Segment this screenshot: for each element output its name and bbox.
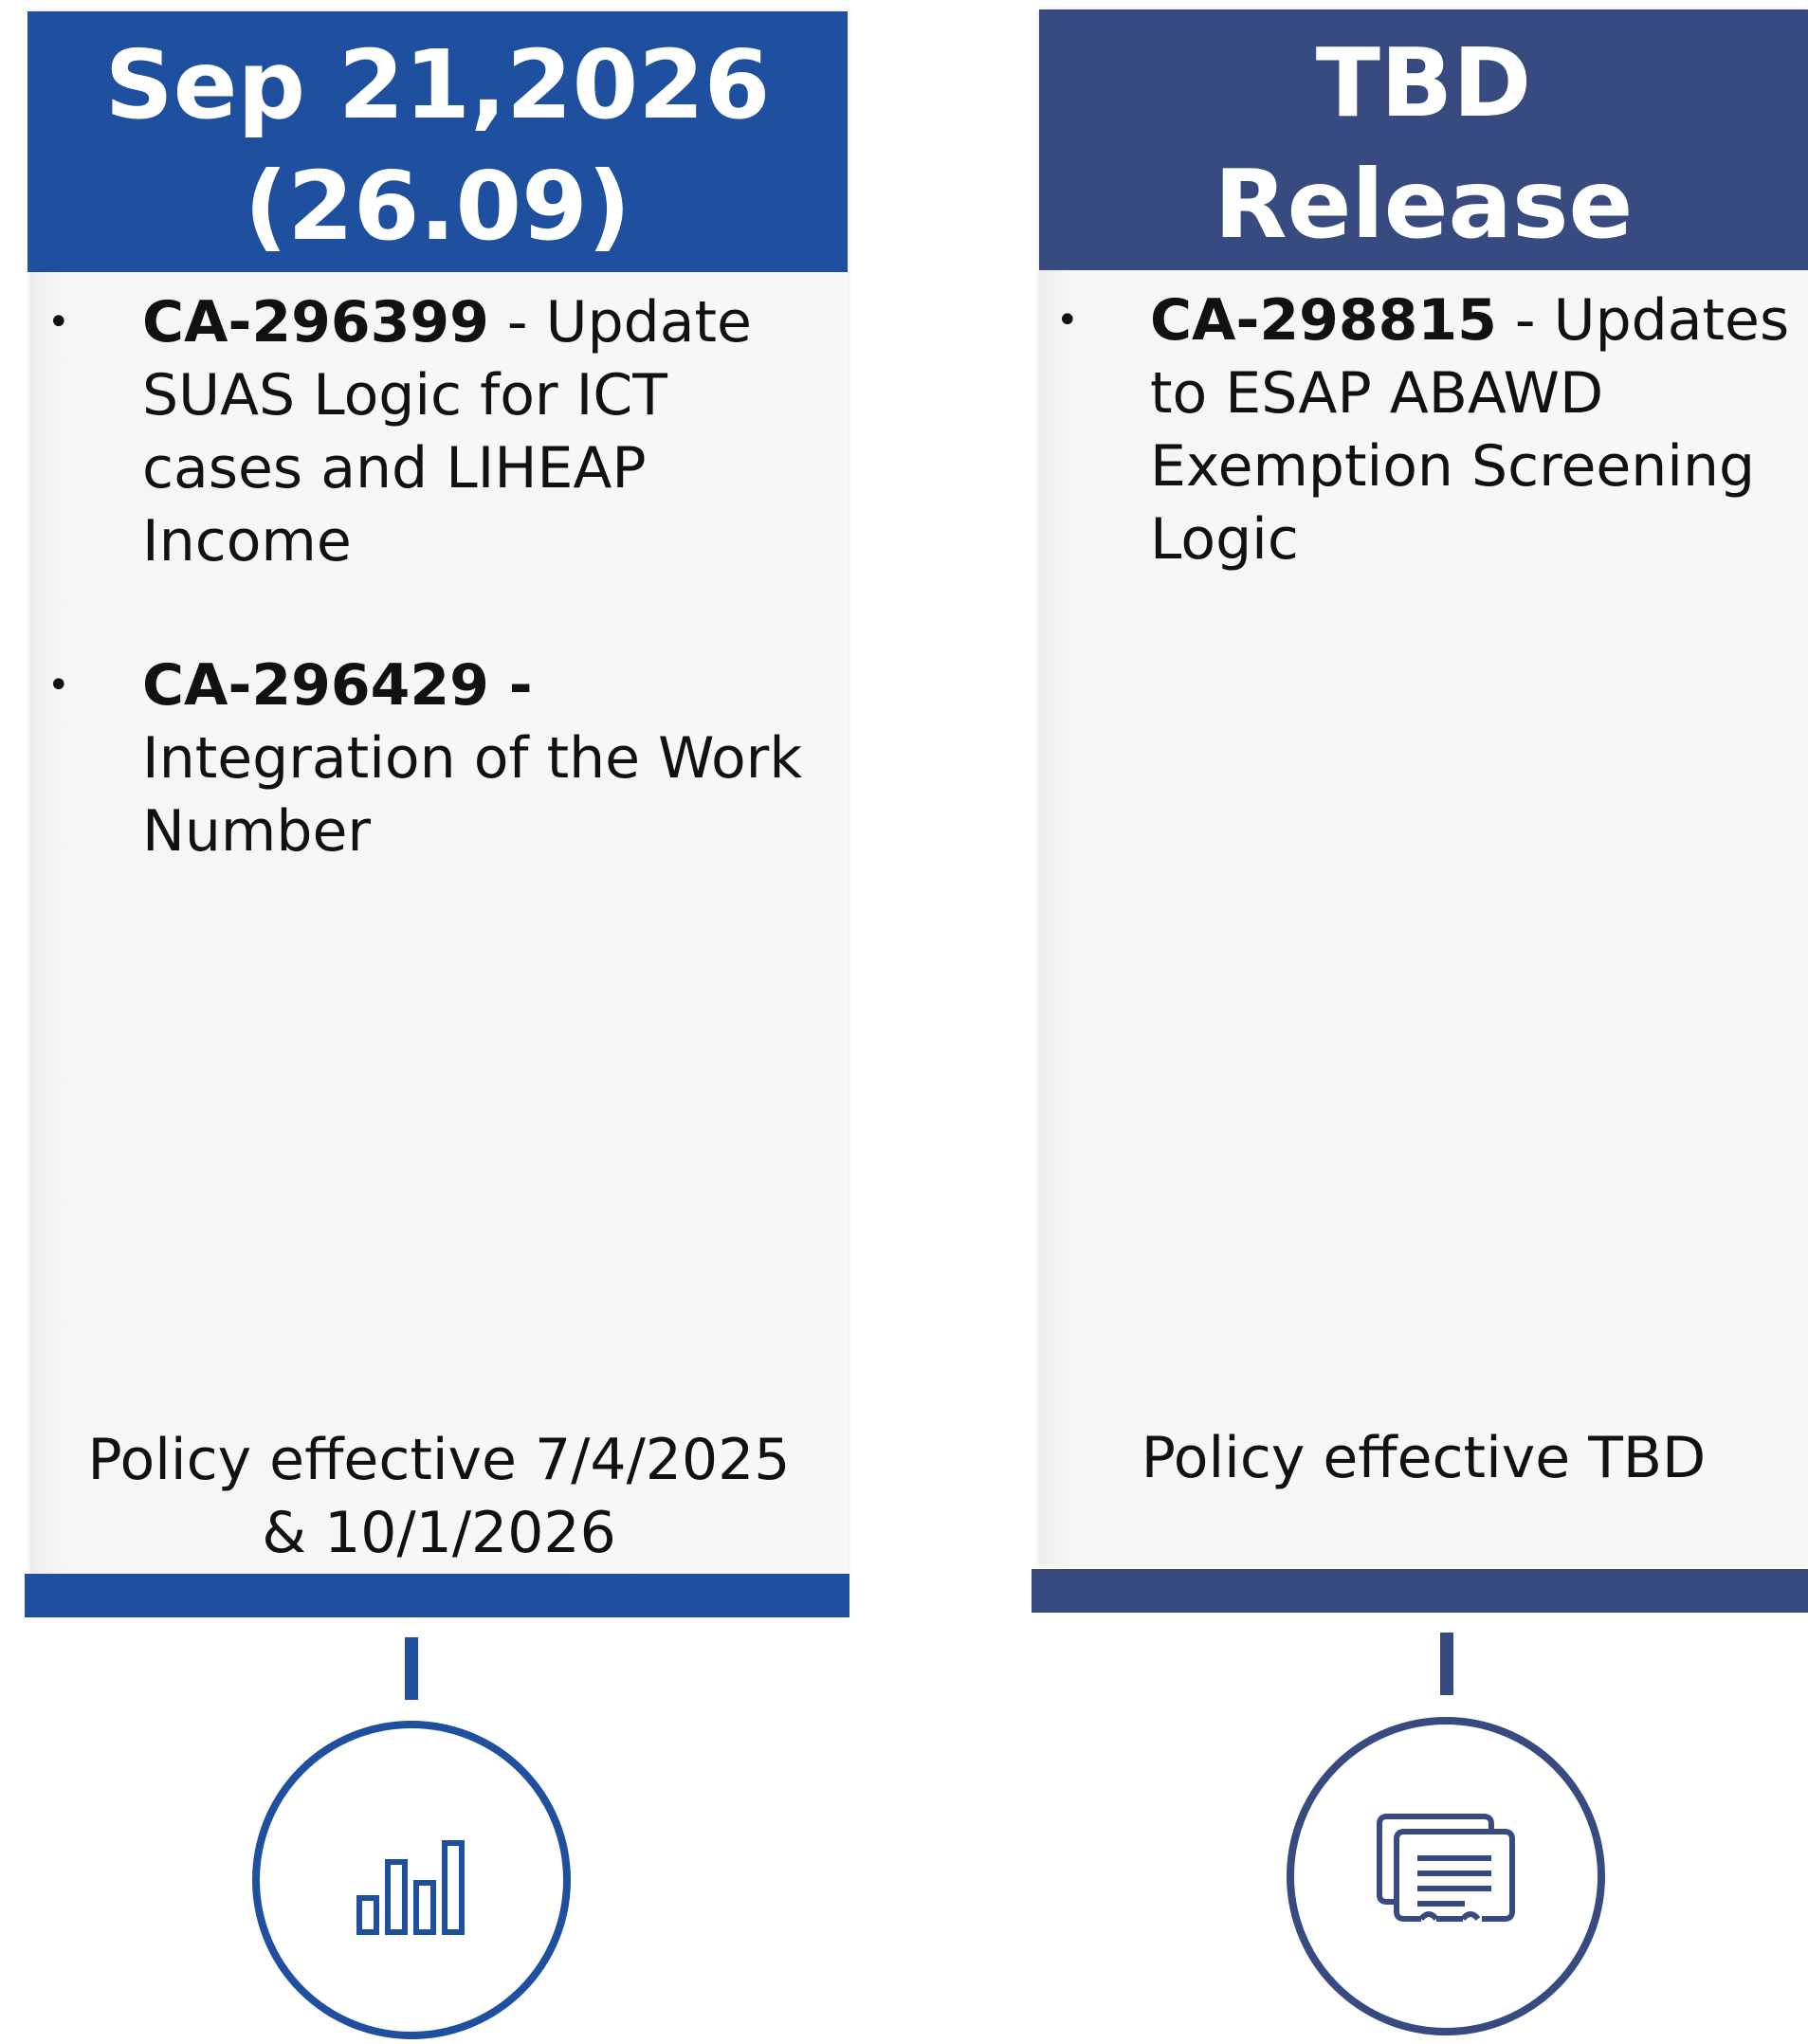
card-footer-bar [1032, 1569, 1808, 1613]
release-header: TBD Release [1039, 9, 1808, 270]
list-item: • CA-298815 - Updates to ESAP ABAWD Exem… [1039, 284, 1808, 576]
timeline-connector [1440, 1633, 1453, 1695]
bullet-icon: • [1056, 299, 1079, 342]
ticket-separator: - [488, 289, 546, 356]
release-items-list: • CA-296399 - Update SUAS Logic for ICT … [30, 286, 848, 940]
release-card-tbd: TBD Release • CA-298815 - Updates to ESA… [1039, 9, 1808, 1564]
release-card-sep-2026: Sep 21,2026 (26.09) • CA-296399 - Update… [27, 11, 848, 1574]
release-version: (26.09) [244, 151, 631, 262]
release-date: Sep 21,2026 [104, 29, 771, 140]
timeline-node [1287, 1717, 1605, 2035]
ticket-id: CA-296399 [142, 289, 489, 356]
release-version: Release [1214, 149, 1634, 260]
list-item: • CA-296399 - Update SUAS Logic for ICT … [30, 286, 848, 578]
policy-effective-text: Policy effective TBD [1039, 1422, 1808, 1495]
bullet-icon: • [47, 664, 70, 707]
timeline-node [252, 1721, 571, 2039]
card-footer-bar [25, 1574, 849, 1617]
ticket-id: CA-298815 [1150, 287, 1497, 354]
policy-line-1: Policy effective 7/4/2025 [87, 1427, 791, 1493]
list-item: • CA-296429 - Integration of the Work Nu… [30, 649, 848, 868]
timeline-connector [405, 1637, 418, 1700]
release-header: Sep 21,2026 (26.09) [27, 11, 848, 272]
bullet-icon: • [47, 301, 70, 344]
documents-icon [1377, 1814, 1515, 1922]
release-date: TBD [1315, 27, 1532, 138]
release-items-list: • CA-298815 - Updates to ESAP ABAWD Exem… [1039, 284, 1808, 648]
ticket-description: Integration of the Work Number [142, 725, 803, 865]
policy-effective-text: Policy effective 7/4/2025 & 10/1/2026 [30, 1424, 848, 1570]
bar-chart-icon [356, 1840, 465, 1935]
policy-line-2: & 10/1/2026 [262, 1500, 616, 1566]
ticket-id: CA-296429 [142, 652, 489, 719]
ticket-separator: - [488, 652, 533, 719]
ticket-separator: - [1496, 287, 1554, 354]
policy-line-1: Policy effective TBD [1141, 1425, 1707, 1491]
